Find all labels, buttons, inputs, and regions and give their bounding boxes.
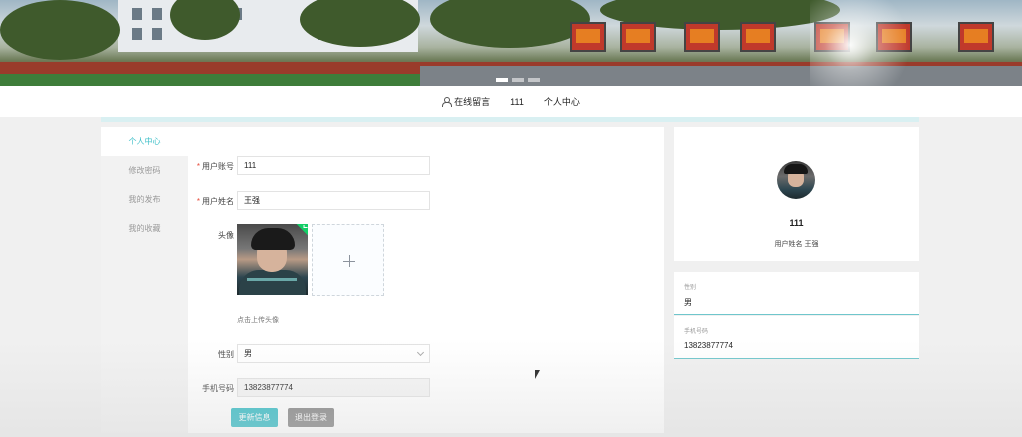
profile-gender-label: 性别 bbox=[684, 285, 697, 291]
profile-phone-card: 手机号码 13823877774 bbox=[674, 316, 919, 359]
sidebar-item-my-favorites[interactable]: 我的收藏 bbox=[101, 214, 188, 243]
banner-tree bbox=[430, 0, 590, 48]
profile-gender-card: 性别 男 bbox=[674, 272, 919, 315]
required-mark: * bbox=[196, 162, 200, 171]
profile-fullname: 用户姓名 王强 bbox=[674, 239, 919, 249]
avatar-preview-image[interactable] bbox=[237, 224, 308, 295]
nav-item-profile-center[interactable]: 个人中心 bbox=[544, 95, 580, 108]
profile-fullname-label: 用户姓名 bbox=[774, 241, 803, 248]
account-field[interactable]: 111 bbox=[237, 156, 430, 175]
sidebar-item-profile-center[interactable]: 个人中心 bbox=[101, 127, 188, 156]
gender-select[interactable]: 男 bbox=[237, 344, 430, 363]
gender-select-value: 男 bbox=[244, 349, 252, 358]
gender-label: 性别 bbox=[218, 350, 234, 359]
sidebar-item-change-password[interactable]: 修改密码 bbox=[101, 156, 188, 185]
plus-icon bbox=[343, 255, 355, 267]
profile-fullname-value: 王强 bbox=[804, 241, 819, 248]
avatar bbox=[777, 161, 815, 199]
banner-sun-glare bbox=[810, 0, 1022, 86]
sidebar-item-my-posts[interactable]: 我的发布 bbox=[101, 185, 188, 214]
nav-item-label: 在线留言 bbox=[454, 97, 491, 107]
nav-item-username[interactable]: 111 bbox=[510, 97, 524, 107]
update-info-button[interactable]: 更新信息 bbox=[231, 408, 278, 427]
banner-tree bbox=[0, 0, 120, 60]
name-label-text: 用户姓名 bbox=[202, 197, 234, 206]
name-label: * 用户姓名 bbox=[188, 196, 234, 207]
name-field[interactable]: 王强 bbox=[237, 191, 430, 210]
profile-username: 111 bbox=[789, 218, 804, 228]
avatar-label: 头像 bbox=[218, 231, 234, 240]
account-label: * 用户账号 bbox=[188, 161, 234, 172]
account-label-text: 用户账号 bbox=[202, 162, 234, 171]
nav-item-messages[interactable]: 在线留言 bbox=[442, 95, 490, 108]
upload-success-icon bbox=[296, 224, 308, 236]
phone-field[interactable]: 13823877774 bbox=[237, 378, 430, 397]
profile-gender-value: 男 bbox=[684, 298, 692, 307]
carousel-indicators bbox=[496, 78, 540, 82]
carousel-dot[interactable] bbox=[528, 78, 540, 82]
avatar-upload-hint: 点击上传头像 bbox=[237, 317, 279, 324]
profile-summary-card: 111 用户姓名 王强 bbox=[674, 127, 919, 261]
avatar-upload-button[interactable] bbox=[312, 224, 384, 296]
banner-carousel[interactable] bbox=[0, 0, 1022, 86]
profile-phone-label: 手机号码 bbox=[684, 329, 709, 335]
sidebar-menu: 个人中心 修改密码 我的发布 我的收藏 bbox=[101, 127, 188, 433]
mouse-cursor-icon bbox=[535, 370, 543, 382]
logout-button[interactable]: 退出登录 bbox=[288, 408, 334, 427]
person-icon bbox=[442, 97, 453, 107]
top-nav: 在线留言 111 个人中心 bbox=[0, 86, 1022, 117]
carousel-dot-active[interactable] bbox=[496, 78, 508, 82]
phone-label: 手机号码 bbox=[202, 384, 234, 393]
chevron-down-icon bbox=[416, 348, 425, 357]
banner-billboard bbox=[684, 22, 720, 52]
banner-billboard bbox=[740, 22, 776, 52]
accent-divider bbox=[101, 117, 919, 122]
required-mark: * bbox=[196, 197, 200, 206]
banner-billboard bbox=[570, 22, 606, 52]
carousel-dot[interactable] bbox=[512, 78, 524, 82]
profile-phone-value: 13823877774 bbox=[684, 341, 733, 350]
nav-item-label: 111 bbox=[510, 96, 524, 107]
nav-item-label: 个人中心 bbox=[543, 97, 580, 107]
banner-billboard bbox=[620, 22, 656, 52]
banner-grass bbox=[0, 74, 420, 86]
